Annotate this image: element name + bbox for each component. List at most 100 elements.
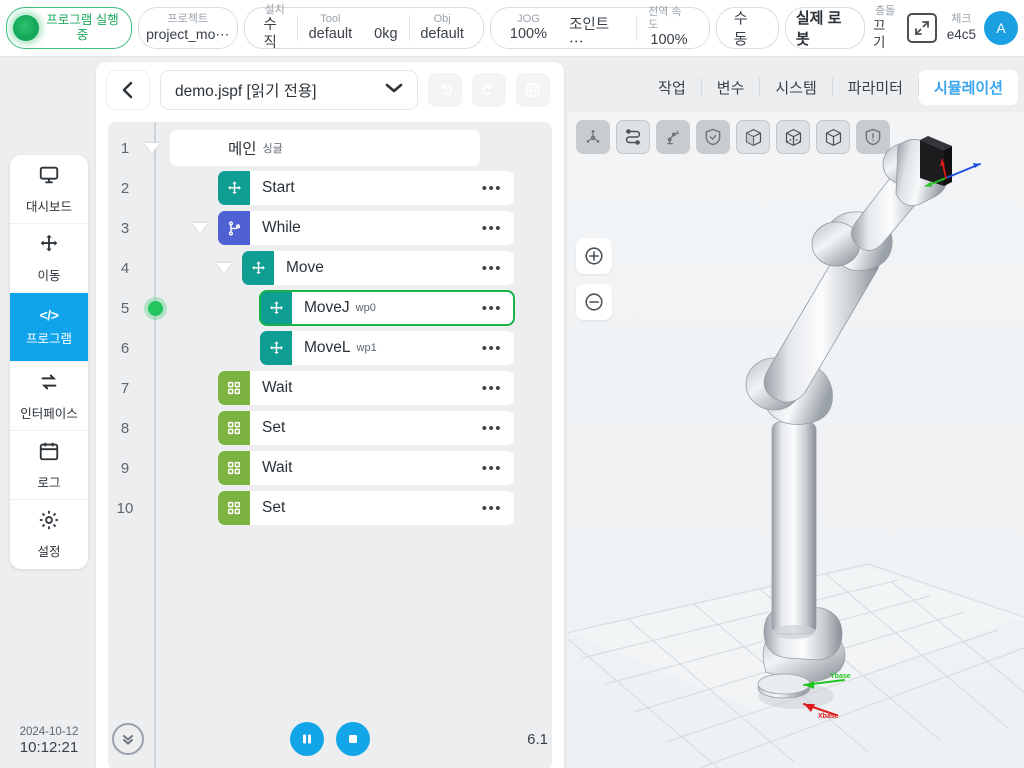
- sidebar-item-log[interactable]: 로그: [10, 431, 88, 500]
- tree-node[interactable]: Set •••: [218, 411, 514, 445]
- global-speed-info[interactable]: 전역 속도 100%: [637, 6, 701, 50]
- program-tree[interactable]: 1 메인 싱글 2 Start ••• 3 While ••• 4 Move ••• 5 MoveJ wp0…: [108, 122, 552, 768]
- node-menu-button[interactable]: •••: [482, 500, 514, 517]
- zoom-out-button[interactable]: [576, 284, 612, 320]
- caret-down-icon[interactable]: [144, 143, 160, 153]
- sidebar-item-program[interactable]: </> 프로그램: [10, 293, 88, 362]
- line-number: 7: [120, 379, 130, 397]
- tree-row[interactable]: 3 While •••: [108, 208, 552, 248]
- tab-3[interactable]: 파라미터: [833, 70, 918, 105]
- move-icon: [218, 171, 250, 205]
- monitor-icon: [38, 164, 60, 191]
- line-number: 8: [120, 419, 130, 437]
- sidebar-item-interface[interactable]: 인터페이스: [10, 362, 88, 431]
- clock-date: 2024-10-12: [19, 725, 79, 738]
- file-selector[interactable]: demo.jspf [읽기 전용]: [160, 70, 418, 110]
- avatar[interactable]: A: [984, 11, 1019, 45]
- node-label: Start: [262, 179, 295, 196]
- tree-node[interactable]: Wait •••: [218, 451, 514, 485]
- file-name: demo.jspf [읽기 전용]: [175, 83, 317, 100]
- node-menu-button[interactable]: •••: [482, 260, 514, 277]
- caret-down-icon[interactable]: [216, 263, 232, 273]
- node-label: While: [262, 219, 301, 236]
- tree-row[interactable]: 5 MoveJ wp0 •••: [108, 288, 552, 328]
- chevron-double-down-icon[interactable]: [112, 723, 144, 755]
- program-run-status[interactable]: 프로그램 실행 중: [6, 7, 132, 49]
- install-tool-obj-group[interactable]: 설치 수직 Tool default 0kg Obj default: [243, 4, 484, 52]
- tree-row[interactable]: 10 Set •••: [108, 488, 552, 528]
- node-label: Wait: [262, 459, 293, 476]
- tree-row[interactable]: 8 Set •••: [108, 408, 552, 448]
- node-menu-button[interactable]: •••: [482, 340, 514, 357]
- tree-row[interactable]: 6 MoveL wp1 •••: [108, 328, 552, 368]
- tree-rows: 1 메인 싱글 2 Start ••• 3 While ••• 4 Move ••• 5 MoveJ wp0…: [108, 122, 552, 528]
- node-menu-button[interactable]: •••: [482, 460, 514, 477]
- project-selector[interactable]: 프로젝트 project_mo⋯: [138, 7, 238, 49]
- io-grid-icon: [218, 491, 250, 525]
- node-menu-button[interactable]: •••: [482, 220, 514, 237]
- tab-2[interactable]: 시스템: [760, 70, 831, 105]
- node-waypoint: wp0: [355, 302, 376, 314]
- line-number: 3: [120, 219, 130, 237]
- execution-indicator: [148, 300, 163, 316]
- payload-info[interactable]: 0kg: [363, 13, 408, 44]
- stop-button[interactable]: [336, 722, 370, 756]
- check-status[interactable]: 체크 e4c5: [945, 13, 978, 42]
- save-button[interactable]: [516, 73, 550, 107]
- tree-row[interactable]: 7 Wait •••: [108, 368, 552, 408]
- node-menu-button[interactable]: •••: [482, 180, 514, 197]
- io-grid-icon: [218, 451, 250, 485]
- tree-node[interactable]: 메인 싱글: [170, 130, 480, 166]
- undo-button[interactable]: [428, 73, 462, 107]
- clock: 2024-10-12 10:12:21: [10, 725, 88, 758]
- line-number: 9: [120, 459, 130, 477]
- obj-info[interactable]: Obj default: [409, 13, 475, 44]
- sidebar-item-move[interactable]: 이동: [10, 224, 88, 293]
- sidebar-item-dashboard[interactable]: 대시보드: [10, 155, 88, 224]
- node-menu-button[interactable]: •••: [482, 380, 514, 397]
- jog-mode[interactable]: 조인트 ⋯: [558, 4, 636, 52]
- tab-0[interactable]: 작업: [643, 70, 701, 105]
- tree-node[interactable]: MoveL wp1 •••: [260, 331, 514, 365]
- expand-icon[interactable]: [907, 13, 937, 43]
- collision-status[interactable]: 충돌 끄기: [871, 5, 899, 51]
- tree-row[interactable]: 4 Move •••: [108, 248, 552, 288]
- tree-node[interactable]: Set •••: [218, 491, 514, 525]
- real-robot-button[interactable]: 실제 로봇: [784, 7, 865, 49]
- right-panel-tabs: 작업 변수 시스템 파라미터 시뮬레이션: [568, 62, 1024, 112]
- node-menu-button[interactable]: •••: [482, 300, 514, 317]
- manual-mode-button[interactable]: 수동: [715, 7, 779, 49]
- tree-row[interactable]: 1 메인 싱글: [108, 128, 552, 168]
- tree-node[interactable]: Wait •••: [218, 371, 514, 405]
- tree-row[interactable]: 2 Start •••: [108, 168, 552, 208]
- move-icon: [242, 251, 274, 285]
- back-button[interactable]: [106, 70, 150, 110]
- node-menu-button[interactable]: •••: [482, 420, 514, 437]
- tree-node[interactable]: MoveJ wp0 •••: [259, 290, 515, 326]
- tree-node[interactable]: While •••: [218, 211, 514, 245]
- robot-tool: [920, 136, 952, 186]
- install-info[interactable]: 설치 수직: [253, 4, 297, 52]
- jog-info[interactable]: JOG 100%: [499, 13, 558, 44]
- program-panel: demo.jspf [읽기 전용] 1 메인 싱글 2 Start ••• 3 …: [96, 62, 564, 768]
- run-status-indicator: [13, 15, 40, 41]
- sidebar-item-settings[interactable]: 설정: [10, 500, 88, 569]
- program-header: demo.jspf [읽기 전용]: [96, 62, 564, 118]
- caret-down-icon[interactable]: [192, 223, 208, 233]
- tree-row[interactable]: 9 Wait •••: [108, 448, 552, 488]
- clock-time: 10:12:21: [19, 739, 79, 757]
- branch-icon: [218, 211, 250, 245]
- tree-node[interactable]: Start •••: [218, 171, 514, 205]
- tab-1[interactable]: 변수: [702, 70, 760, 105]
- zoom-in-button[interactable]: [576, 238, 612, 274]
- tool-info[interactable]: Tool default: [298, 13, 364, 44]
- tab-4[interactable]: 시뮬레이션: [918, 69, 1018, 105]
- simulation-viewport[interactable]: Ybase Xbase: [568, 112, 1024, 768]
- pause-button[interactable]: [290, 722, 324, 756]
- tree-node[interactable]: Move •••: [242, 251, 514, 285]
- top-status-bar: 프로그램 실행 중 프로젝트 project_mo⋯ 설치 수직 Tool de…: [0, 0, 1024, 57]
- jog-speed-group[interactable]: JOG 100% 조인트 ⋯ 전역 속도 100%: [489, 4, 710, 52]
- obj-caption: Obj: [433, 12, 451, 25]
- redo-button[interactable]: [472, 73, 506, 107]
- sidebar-label-move: 이동: [37, 268, 61, 283]
